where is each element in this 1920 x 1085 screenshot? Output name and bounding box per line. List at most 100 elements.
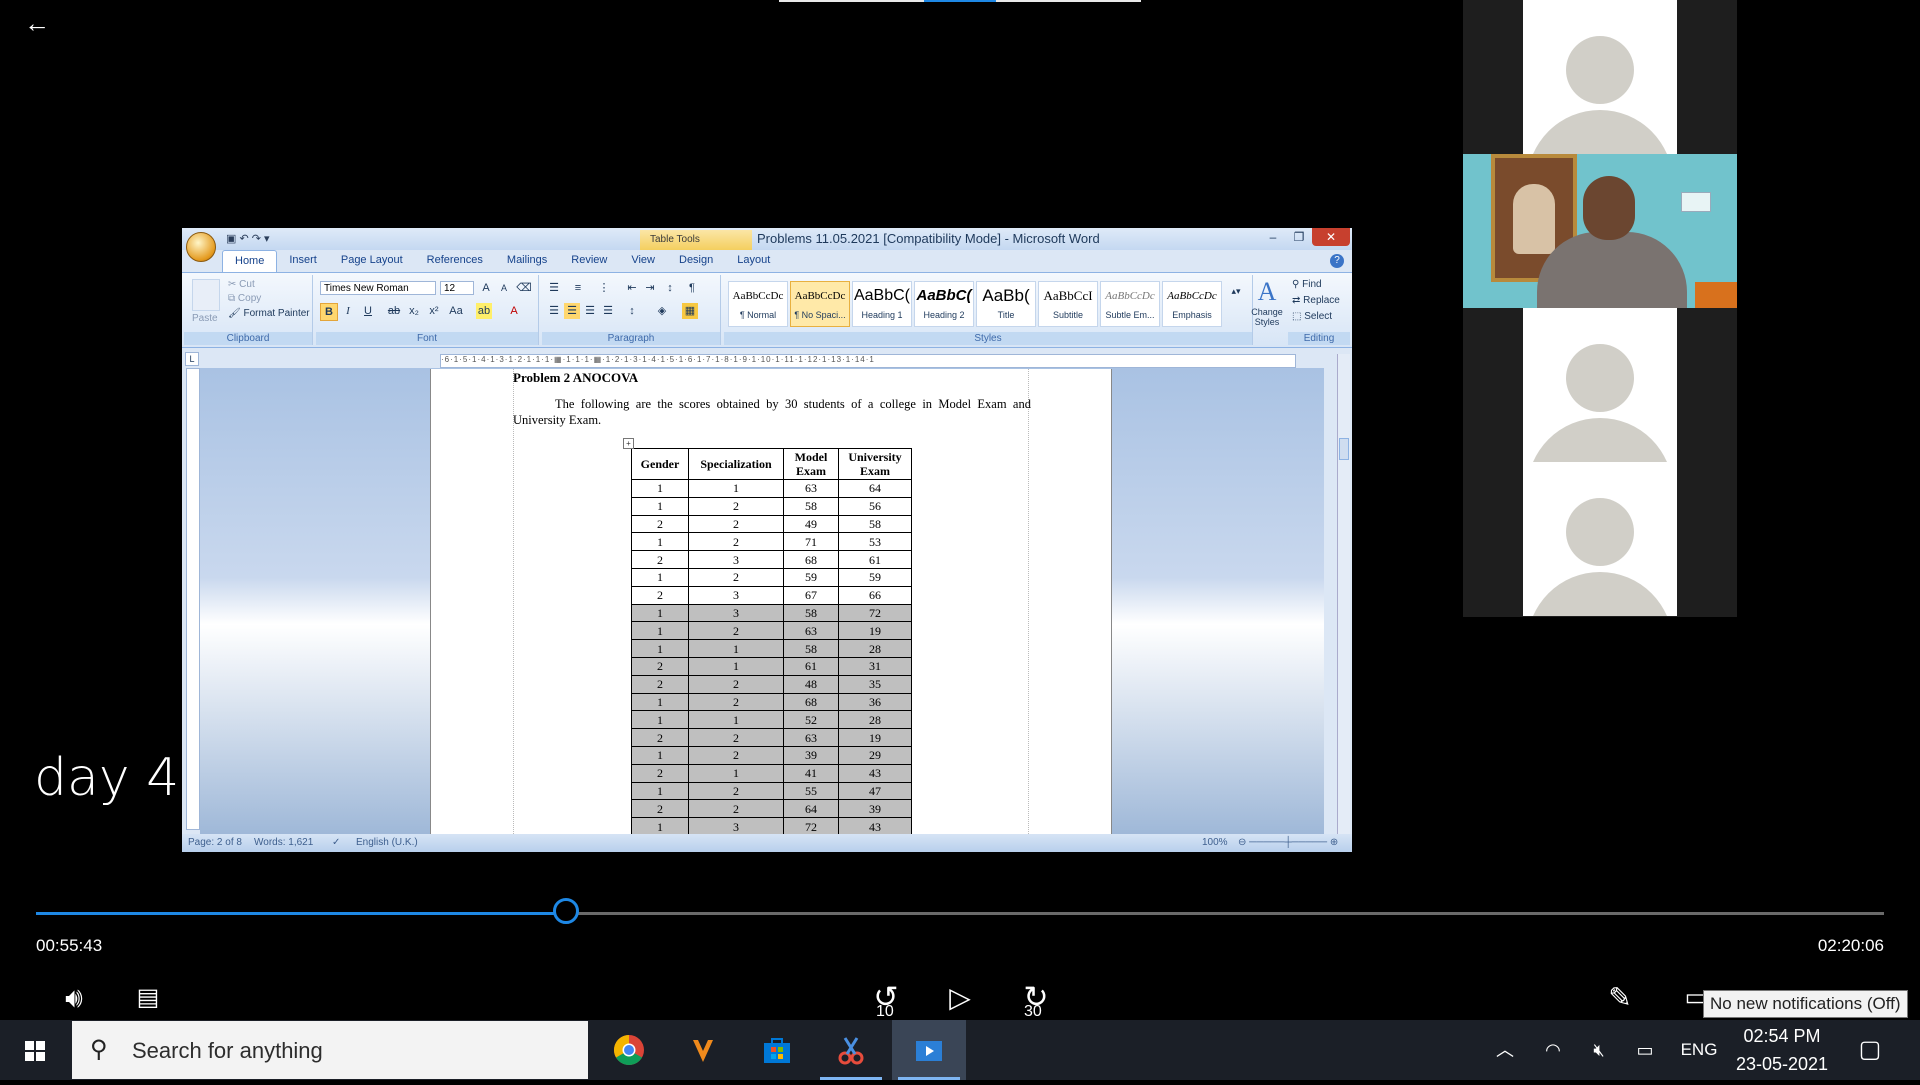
vertical-scrollbar[interactable] xyxy=(1337,354,1350,834)
paste-icon[interactable] xyxy=(192,279,220,311)
back-arrow-icon[interactable]: ← xyxy=(22,6,52,40)
clear-format-icon[interactable]: ⌫ xyxy=(516,280,532,296)
table-cell[interactable]: 39 xyxy=(838,799,912,819)
tab-home[interactable]: Home xyxy=(222,250,278,273)
style-heading-2[interactable]: AaBbC(Heading 2 xyxy=(914,281,974,327)
table-cell[interactable]: 1 xyxy=(631,745,689,765)
line-spacing-icon[interactable]: ↕ xyxy=(624,303,640,319)
table-cell[interactable]: 67 xyxy=(783,585,839,605)
table-cell[interactable]: 43 xyxy=(838,763,912,783)
align-center-icon[interactable]: ☰ xyxy=(564,303,580,319)
table-cell[interactable]: 2 xyxy=(688,532,784,552)
table-row[interactable]: 1 1 52 28 xyxy=(631,710,912,730)
table-cell[interactable]: 2 xyxy=(688,674,784,694)
table-cell[interactable]: 1 xyxy=(688,479,784,498)
highlight-icon[interactable]: ab xyxy=(476,303,492,319)
participant-avatar[interactable] xyxy=(1523,462,1677,616)
table-cell[interactable]: 2 xyxy=(688,621,784,641)
taskbar-clock[interactable]: 02:54 PM 23-05-2021 xyxy=(1726,1022,1838,1078)
table-row[interactable]: 1 2 59 59 xyxy=(631,567,912,587)
table-cell[interactable]: 2 xyxy=(688,514,784,534)
table-cell[interactable]: 55 xyxy=(783,781,839,801)
status-language[interactable]: English (U.K.) xyxy=(356,834,418,852)
table-cell[interactable]: 61 xyxy=(838,550,912,569)
table-row[interactable]: 2 1 61 31 xyxy=(631,656,912,676)
style-no-spacing[interactable]: AaBbCcDc ¶ No Spaci... xyxy=(790,281,850,327)
table-cell[interactable]: 71 xyxy=(783,532,839,552)
table-row[interactable]: 1 1 58 28 xyxy=(631,639,912,658)
table-cell[interactable]: 66 xyxy=(838,585,912,605)
table-cell[interactable]: 1 xyxy=(631,479,689,498)
change-case-icon[interactable]: Aa xyxy=(448,303,464,319)
change-styles-button[interactable]: A Change Styles xyxy=(1246,277,1288,327)
tray-overflow-icon[interactable]: ︿ xyxy=(1490,1020,1520,1080)
table-cell[interactable]: 3 xyxy=(688,817,784,836)
styles-scroll-icon[interactable]: ▴▾ xyxy=(1228,283,1244,299)
table-row[interactable]: 2 2 48 35 xyxy=(631,674,912,694)
table-cell[interactable]: 28 xyxy=(838,710,912,730)
seek-bar[interactable] xyxy=(36,912,1884,915)
style-heading-1[interactable]: AaBbC(Heading 1 xyxy=(852,281,912,327)
tab-references[interactable]: References xyxy=(415,250,495,272)
table-row[interactable]: 1 2 63 19 xyxy=(631,621,912,641)
participant-avatar[interactable] xyxy=(1523,0,1677,154)
restore-icon[interactable]: ❐ xyxy=(1286,228,1312,246)
table-cell[interactable]: 2 xyxy=(688,799,784,819)
table-cell[interactable]: 28 xyxy=(838,639,912,658)
style-emphasis[interactable]: AaBbCcDc Emphasis xyxy=(1162,281,1222,327)
grow-font-icon[interactable]: A xyxy=(478,280,494,296)
status-zoom[interactable]: 100% xyxy=(1202,834,1228,852)
table-row[interactable]: 1 2 39 29 xyxy=(631,745,912,765)
increase-indent-icon[interactable]: ⇥ xyxy=(642,280,658,296)
table-cell[interactable]: 36 xyxy=(838,692,912,712)
style-title[interactable]: AaBb(Title xyxy=(976,281,1036,327)
scrollbar-thumb[interactable] xyxy=(1339,438,1349,460)
tab-layout[interactable]: Layout xyxy=(725,250,782,272)
table-row[interactable]: 2 2 63 19 xyxy=(631,728,912,747)
office-button[interactable] xyxy=(186,232,216,262)
font-color-icon[interactable]: A xyxy=(506,303,522,319)
table-row[interactable]: 2 1 41 43 xyxy=(631,763,912,783)
minimize-icon[interactable]: – xyxy=(1260,228,1286,246)
table-cell[interactable]: 1 xyxy=(688,656,784,676)
table-cell[interactable]: 53 xyxy=(838,532,912,552)
table-cell[interactable]: 2 xyxy=(631,514,689,534)
table-cell[interactable]: 68 xyxy=(783,550,839,569)
taskbar-search-box[interactable]: ⚲ Search for anything xyxy=(72,1021,588,1079)
table-cell[interactable]: 3 xyxy=(688,550,784,569)
table-cell[interactable]: 2 xyxy=(631,799,689,819)
table-cell[interactable]: 2 xyxy=(631,550,689,569)
table-cell[interactable]: 58 xyxy=(838,514,912,534)
start-button[interactable] xyxy=(0,1020,70,1080)
participant-avatar[interactable] xyxy=(1523,308,1677,462)
table-cell[interactable]: 1 xyxy=(688,710,784,730)
table-cell[interactable]: 58 xyxy=(783,496,839,516)
font-size-select[interactable]: 12 xyxy=(440,281,474,295)
shrink-font-icon[interactable]: A xyxy=(496,280,512,296)
table-row[interactable]: 2 3 68 61 xyxy=(631,550,912,569)
paste-button[interactable]: Paste xyxy=(192,313,218,324)
table-cell[interactable]: 59 xyxy=(783,567,839,587)
tab-view[interactable]: View xyxy=(619,250,667,272)
table-cell[interactable]: 2 xyxy=(688,567,784,587)
zoom-slider[interactable]: ⊖ ─────┼───── ⊕ xyxy=(1238,834,1338,852)
table-cell[interactable]: 1 xyxy=(631,603,689,623)
table-cell[interactable]: 35 xyxy=(838,674,912,694)
table-cell[interactable]: 1 xyxy=(688,639,784,658)
bold-icon[interactable]: B xyxy=(320,303,338,321)
pen-icon[interactable]: ✎ xyxy=(1600,978,1640,1018)
status-words[interactable]: Words: 1,621 xyxy=(254,834,313,852)
table-cell[interactable]: 47 xyxy=(838,781,912,801)
table-row[interactable]: 2 2 64 39 xyxy=(631,799,912,819)
table-cell[interactable]: 56 xyxy=(838,496,912,516)
table-row[interactable]: 2 3 67 66 xyxy=(631,585,912,605)
borders-icon[interactable]: ▦ xyxy=(682,303,698,319)
table-cell[interactable]: 68 xyxy=(783,692,839,712)
table-cell[interactable]: 72 xyxy=(838,603,912,623)
table-cell[interactable]: 1 xyxy=(631,496,689,516)
vertical-ruler[interactable] xyxy=(186,368,200,830)
table-cell[interactable]: 63 xyxy=(783,728,839,747)
scores-table[interactable]: Gender Specialization Model Exam Univers… xyxy=(631,448,912,836)
find-button[interactable]: ⚲ Find xyxy=(1292,279,1322,290)
table-cell[interactable]: 1 xyxy=(631,817,689,836)
